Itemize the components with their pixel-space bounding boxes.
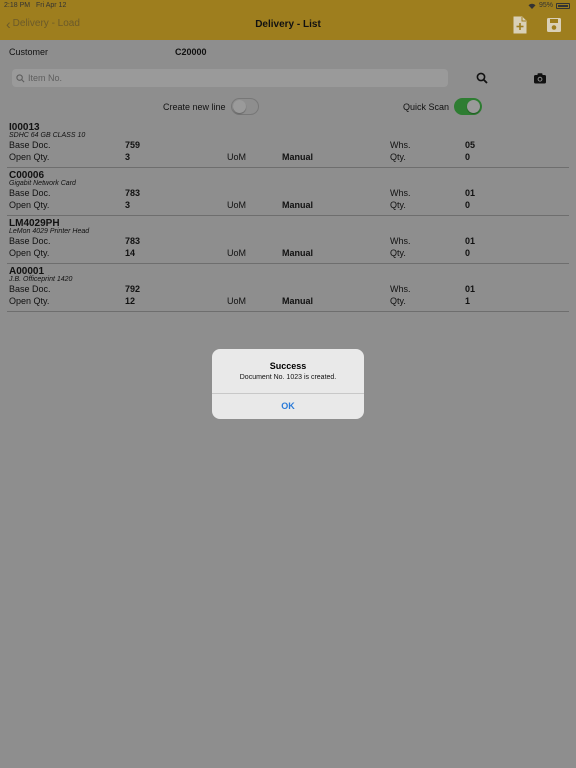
list-item[interactable]: A00001 J.B. Officeprint 1420 Base Doc. 7…	[7, 264, 569, 312]
whs-value: 01	[465, 188, 476, 198]
whs-value: 05	[465, 140, 476, 150]
success-alert-dialog: Success Document No. 1023 is created. OK	[212, 349, 364, 419]
uom-value: Manual	[282, 200, 314, 210]
customer-value: C20000	[175, 47, 207, 57]
uom-value: Manual	[282, 248, 314, 258]
base-doc-value: 792	[125, 284, 141, 294]
alert-ok-button[interactable]: OK	[212, 394, 364, 419]
battery-icon	[556, 2, 570, 9]
whs-label: Whs.	[390, 284, 411, 294]
whs-label: Whs.	[390, 236, 411, 246]
open-qty-label: Open Qty.	[9, 152, 50, 162]
page-title: Delivery - List	[255, 19, 321, 30]
uom-label: UoM	[227, 296, 247, 306]
qty-label: Qty.	[390, 152, 406, 162]
qty-value: 0	[465, 152, 471, 162]
whs-label: Whs.	[390, 188, 411, 198]
toggle-knob	[467, 100, 481, 113]
item-description: SDHC 64 GB CLASS 10	[9, 132, 86, 139]
open-qty-value: 3	[125, 200, 131, 210]
open-qty-value: 3	[125, 152, 131, 162]
uom-value: Manual	[282, 296, 314, 306]
uom-label: UoM	[227, 152, 247, 162]
nav-bar: ‹ Delivery - Load Delivery - List	[0, 12, 576, 40]
search-icon[interactable]	[476, 72, 488, 84]
open-qty-label: Open Qty.	[9, 296, 50, 306]
uom-label: UoM	[227, 200, 247, 210]
base-doc-value: 783	[125, 236, 141, 246]
qty-label: Qty.	[390, 296, 406, 306]
quick-scan-row: Quick Scan	[403, 98, 483, 115]
whs-value: 01	[465, 284, 476, 294]
save-icon[interactable]	[546, 16, 562, 34]
open-qty-label: Open Qty.	[9, 200, 50, 210]
status-date: Fri Apr 12	[36, 2, 67, 9]
whs-label: Whs.	[390, 140, 411, 150]
list-item[interactable]: C00006 Gigabit Network Card Base Doc. 78…	[7, 168, 569, 216]
base-doc-label: Base Doc.	[9, 284, 51, 294]
create-new-line-row: Create new line	[163, 98, 259, 115]
search-box[interactable]	[12, 69, 448, 87]
create-new-line-toggle[interactable]	[230, 98, 259, 115]
item-search-input[interactable]	[28, 73, 428, 83]
status-right: 95%	[528, 2, 570, 9]
alert-title: Success	[269, 361, 307, 371]
battery-percent: 95%	[538, 2, 553, 9]
status-bar: 2:18 PM Fri Apr 12 95%	[0, 0, 576, 12]
status-time: 2:18 PM	[4, 2, 31, 9]
item-description: J.B. Officeprint 1420	[9, 276, 73, 283]
base-doc-label: Base Doc.	[9, 188, 51, 198]
item-list: I00013 SDHC 64 GB CLASS 10 Base Doc. 759…	[0, 120, 576, 312]
qty-value: 0	[465, 200, 471, 210]
open-qty-value: 14	[125, 248, 136, 258]
search-field-icon	[16, 73, 25, 82]
quick-scan-label: Quick Scan	[403, 101, 450, 112]
uom-value: Manual	[282, 152, 314, 162]
new-document-icon[interactable]	[512, 16, 528, 34]
uom-label: UoM	[227, 248, 247, 258]
list-item[interactable]: LM4029PH LeMon 4029 Printer Head Base Do…	[7, 216, 569, 264]
whs-value: 01	[465, 236, 476, 246]
customer-label: Customer	[9, 47, 49, 57]
list-item[interactable]: I00013 SDHC 64 GB CLASS 10 Base Doc. 759…	[7, 120, 569, 168]
open-qty-label: Open Qty.	[9, 248, 50, 258]
base-doc-value: 783	[125, 188, 141, 198]
base-doc-label: Base Doc.	[9, 140, 51, 150]
create-new-line-label: Create new line	[163, 101, 226, 112]
qty-value: 0	[465, 248, 471, 258]
quick-scan-toggle[interactable]	[454, 98, 483, 115]
item-description: Gigabit Network Card	[9, 180, 76, 187]
wifi-icon	[528, 3, 536, 9]
item-description: LeMon 4029 Printer Head	[9, 228, 90, 235]
base-doc-value: 759	[125, 140, 141, 150]
qty-label: Qty.	[390, 248, 406, 258]
base-doc-label: Base Doc.	[9, 236, 51, 246]
qty-value: 1	[465, 296, 471, 306]
alert-message: Document No. 1023 is created.	[239, 374, 337, 381]
toggle-knob	[232, 100, 246, 113]
camera-icon[interactable]	[533, 72, 547, 84]
qty-label: Qty.	[390, 200, 406, 210]
open-qty-value: 12	[125, 296, 136, 306]
